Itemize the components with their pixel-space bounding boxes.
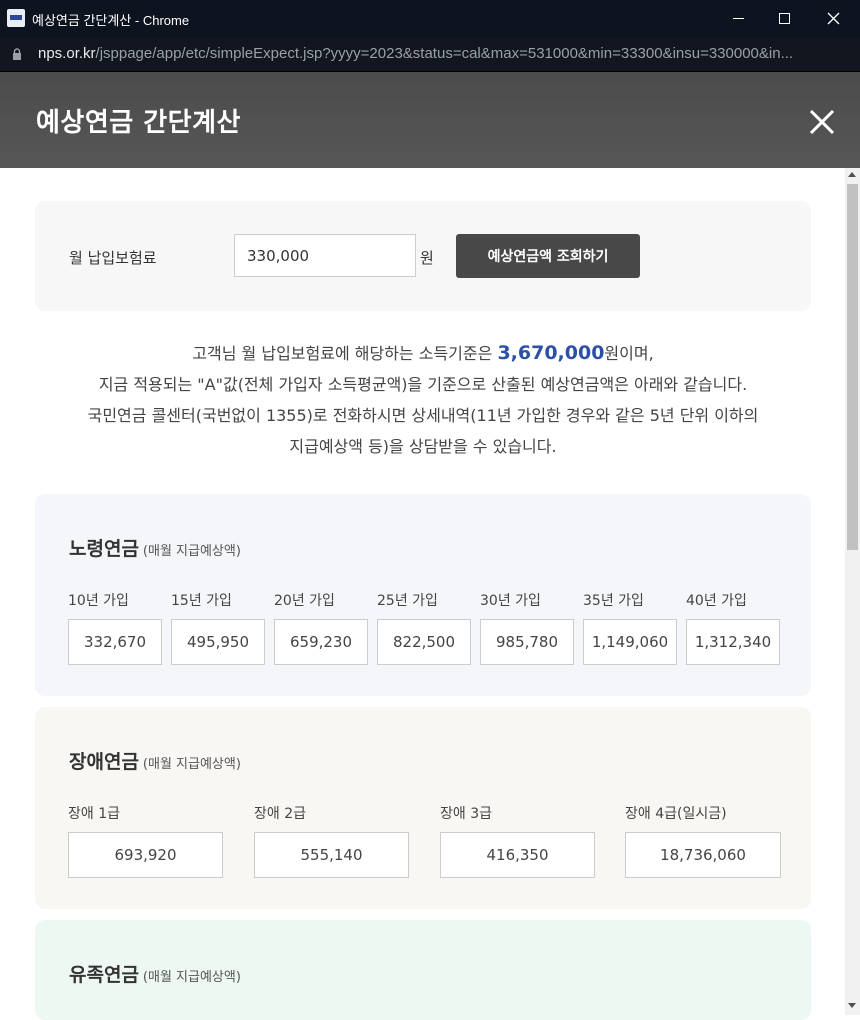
- disability-title: 장애연금 (매월 지급예상액): [69, 747, 241, 774]
- survivor-pension-panel: 유족연금 (매월 지급예상액): [35, 920, 811, 1020]
- old-age-label: 25년 가입: [377, 593, 438, 609]
- disability-item: 장애 4급(일시금) 18,736,060: [625, 803, 781, 878]
- disability-item: 장애 3급 416,350: [440, 803, 595, 878]
- address-bar[interactable]: nps.or.kr/jsppage/app/etc/simpleExpect.j…: [0, 38, 860, 72]
- desc-line2: 지금 적용되는 "A"값(전체 가입자 소득평균액)을 기준으로 산출된 예상연…: [98, 375, 748, 394]
- desc-line1-pre: 고객님 월 납입보험료에 해당하는 소득기준은: [192, 344, 498, 363]
- old-age-title: 노령연금 (매월 지급예상액): [69, 534, 241, 561]
- premium-input[interactable]: [234, 234, 416, 277]
- disability-label: 장애 2급: [254, 806, 306, 822]
- disability-value: 416,350: [440, 832, 595, 878]
- modal-close-icon[interactable]: [806, 106, 838, 138]
- old-age-value: 332,670: [68, 619, 162, 665]
- disability-item: 장애 2급 555,140: [254, 803, 409, 878]
- old-age-value: 1,149,060: [583, 619, 677, 665]
- url-text[interactable]: nps.or.kr/jsppage/app/etc/simpleExpect.j…: [38, 45, 853, 62]
- old-age-value: 495,950: [171, 619, 265, 665]
- scrollbar[interactable]: [845, 168, 860, 1015]
- old-age-label: 20년 가입: [274, 593, 335, 609]
- desc-line4: 지급예상액 등)을 상담받을 수 있습니다.: [289, 437, 557, 456]
- old-age-subtitle: (매월 지급예상액): [142, 544, 241, 559]
- disability-value: 693,920: [68, 832, 223, 878]
- site-favicon-icon: [7, 9, 25, 27]
- desc-line3: 국민연금 콜센터(국번없이 1355)로 전화하시면 상세내역(11년 가입한 …: [87, 406, 759, 425]
- desc-line1-post: 원이며,: [604, 344, 654, 363]
- income-base-amount: 3,670,000: [497, 342, 605, 364]
- old-age-item: 25년 가입 822,500: [377, 590, 471, 665]
- url-host: nps.or.kr: [38, 45, 96, 62]
- old-age-value: 822,500: [377, 619, 471, 665]
- old-age-item: 40년 가입 1,312,340: [686, 590, 780, 665]
- modal-header: 예상연금 간단계산: [0, 72, 860, 168]
- lock-icon: [13, 48, 21, 60]
- old-age-item: 10년 가입 332,670: [68, 590, 162, 665]
- old-age-label: 35년 가입: [583, 593, 644, 609]
- disability-value: 18,736,060: [625, 832, 781, 878]
- window-titlebar: 예상연금 간단계산 - Chrome: [0, 0, 860, 38]
- old-age-item: 35년 가입 1,149,060: [583, 590, 677, 665]
- window-close-icon[interactable]: [810, 0, 856, 38]
- premium-input-panel: 월 납입보험료 원 예상연금액 조회하기: [35, 201, 811, 311]
- window-title: 예상연금 간단계산 - Chrome: [32, 13, 190, 28]
- disability-label: 장애 1급: [68, 806, 120, 822]
- maximize-icon[interactable]: [762, 0, 808, 38]
- old-age-label: 15년 가입: [171, 593, 232, 609]
- result-description: 고객님 월 납입보험료에 해당하는 소득기준은 3,670,000원이며, 지금…: [35, 338, 811, 462]
- minimize-icon[interactable]: [716, 0, 762, 38]
- old-age-value: 985,780: [480, 619, 574, 665]
- old-age-item: 30년 가입 985,780: [480, 590, 574, 665]
- scrollbar-thumb[interactable]: [847, 184, 858, 550]
- survivor-title: 유족연금 (매월 지급예상액): [69, 960, 241, 987]
- old-age-pension-panel: 노령연금 (매월 지급예상액) 10년 가입 332,670 15년 가입 495,9…: [35, 494, 811, 696]
- disability-subtitle: (매월 지급예상액): [142, 757, 241, 772]
- url-path: /jsppage/app/etc/simpleExpect.jsp?yyyy=2…: [95, 45, 794, 62]
- scroll-up-icon[interactable]: [848, 172, 856, 177]
- disability-value: 555,140: [254, 832, 409, 878]
- old-age-value: 1,312,340: [686, 619, 780, 665]
- old-age-label: 40년 가입: [686, 593, 747, 609]
- survivor-title-text: 유족연금: [69, 964, 139, 986]
- old-age-label: 10년 가입: [68, 593, 129, 609]
- old-age-title-text: 노령연금: [69, 538, 139, 560]
- old-age-item: 15년 가입 495,950: [171, 590, 265, 665]
- disability-title-text: 장애연금: [69, 751, 139, 773]
- disability-item: 장애 1급 693,920: [68, 803, 223, 878]
- modal-title: 예상연금 간단계산: [36, 108, 241, 138]
- survivor-subtitle: (매월 지급예상액): [142, 970, 241, 985]
- premium-label: 월 납입보험료: [69, 249, 157, 267]
- old-age-item: 20년 가입 659,230: [274, 590, 368, 665]
- old-age-value: 659,230: [274, 619, 368, 665]
- old-age-label: 30년 가입: [480, 593, 541, 609]
- disability-label: 장애 4급(일시금): [625, 806, 727, 822]
- calculate-button[interactable]: 예상연금액 조회하기: [456, 234, 640, 278]
- disability-pension-panel: 장애연금 (매월 지급예상액) 장애 1급 693,920 장애 2급 555,140…: [35, 707, 811, 909]
- scroll-down-icon[interactable]: [848, 1003, 856, 1008]
- disability-label: 장애 3급: [440, 806, 492, 822]
- premium-unit: 원: [420, 249, 434, 267]
